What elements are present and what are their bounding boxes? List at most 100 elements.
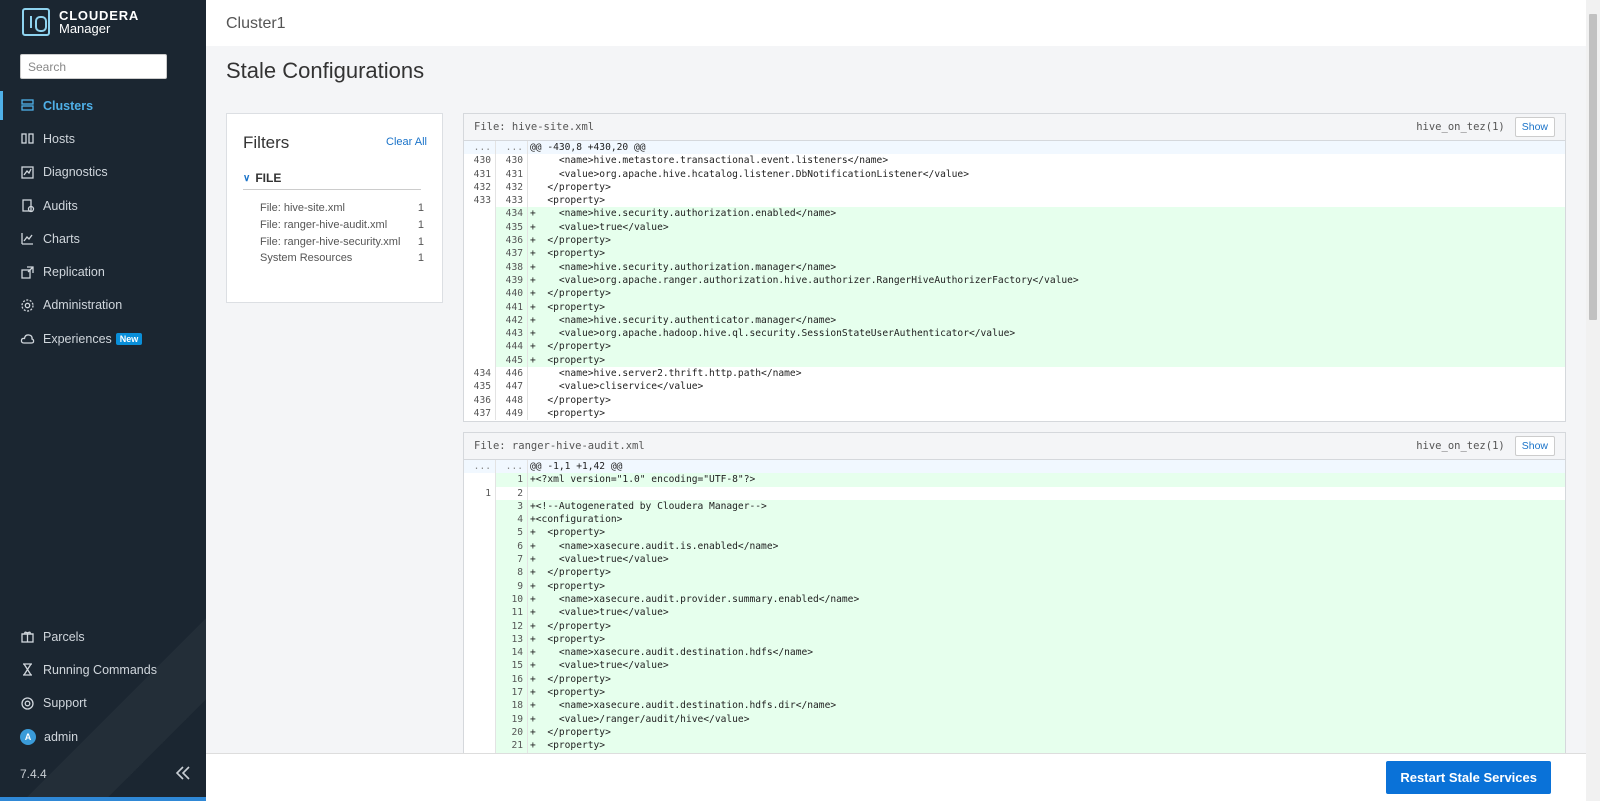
old-line-number <box>464 672 496 687</box>
file-filter-group[interactable]: ∨ FILE <box>243 171 421 190</box>
sidebar-item-administration[interactable]: Administration <box>0 289 206 322</box>
filter-item-count: 1 <box>417 252 424 265</box>
old-line-number <box>464 260 496 274</box>
filter-item[interactable]: File: ranger-hive-audit.xml 1 <box>260 217 424 234</box>
diff-added-line: 10 + <name>xasecure.audit.provider.summar… <box>464 592 1565 607</box>
new-line-number: 14 <box>496 646 528 660</box>
diff-line-text: </property> <box>530 181 611 193</box>
diff-line-text: + <property> <box>528 632 1565 647</box>
old-line-number <box>464 313 496 328</box>
sidebar-item-label: Hosts <box>43 131 75 146</box>
old-line-number: 432 <box>464 180 496 195</box>
old-line-number <box>464 566 496 580</box>
lifebuoy-icon <box>20 696 35 711</box>
diff-added-line: 3 +<!--Autogenerated by Cloudera Manager-… <box>464 499 1565 514</box>
diff-panel-header: File: ranger-hive-audit.xml hive_on_tez(1… <box>464 433 1565 460</box>
new-line-number: 444 <box>496 340 528 354</box>
charts-icon <box>20 231 35 246</box>
new-line-number: 4 <box>496 513 528 527</box>
old-line-number <box>464 473 496 487</box>
diff-added-line: 435 + <value>true</value> <box>464 220 1565 235</box>
old-line-number: 430 <box>464 154 496 168</box>
new-line-number: 11 <box>496 606 528 620</box>
diff-line-text: + <name>xasecure.audit.provider.summary.… <box>528 592 1565 607</box>
diff-added-line: 440 + </property> <box>464 287 1565 301</box>
old-line-number <box>464 539 496 554</box>
audits-icon <box>20 198 35 213</box>
new-line-number: 440 <box>496 287 528 301</box>
sidebar-item-experiences[interactable]: Experiences New <box>0 322 206 355</box>
filter-item[interactable]: File: hive-site.xml 1 <box>260 200 424 217</box>
new-line-number: 448 <box>496 393 528 407</box>
diff-view: ...... @@ -430,8 +430,20 @@ 430 430 <name>h… <box>464 141 1565 421</box>
new-badge: New <box>115 332 143 345</box>
main-nav: Clusters Hosts Diagnostics Audits Charts Repl… <box>0 89 206 355</box>
new-line-number: 2 <box>496 486 528 500</box>
sidebar-item-parcels[interactable]: Parcels <box>0 620 206 653</box>
page-scrollbar[interactable] <box>1586 0 1600 801</box>
filter-item[interactable]: File: ranger-hive-security.xml 1 <box>260 233 424 250</box>
diff-added-line: 441 + <property> <box>464 300 1565 314</box>
old-line-number <box>464 659 496 673</box>
filter-item-label: File: hive-site.xml <box>260 202 345 215</box>
restart-stale-services-button[interactable]: Restart Stale Services <box>1386 761 1551 794</box>
sidebar-item-admin[interactable]: Aadmin <box>0 720 206 753</box>
diff-line-text: + </property> <box>528 672 1565 687</box>
cloudera-logo-icon <box>22 8 50 36</box>
show-button[interactable]: Show <box>1514 436 1555 456</box>
search-input[interactable] <box>20 54 167 79</box>
cluster-name[interactable]: Cluster1 <box>226 15 286 33</box>
diff-line-text: + </property> <box>528 566 1565 580</box>
service-name: hive_on_tez(1) <box>1416 440 1505 452</box>
collapse-sidebar-icon[interactable] <box>174 764 192 782</box>
chevron-down-icon: ∨ <box>243 172 251 184</box>
new-line-number: 19 <box>496 712 528 726</box>
sidebar-item-replication[interactable]: Replication <box>0 255 206 288</box>
hosts-icon <box>20 131 35 146</box>
new-line-number: 434 <box>496 207 528 221</box>
show-button[interactable]: Show <box>1514 117 1555 137</box>
diff-line-text: </property> <box>530 394 611 406</box>
product-name: Manager <box>59 21 111 36</box>
sidebar-item-running-commands[interactable]: Running Commands <box>0 653 206 686</box>
cloudera-logo[interactable]: CLOUDERA Manager <box>22 8 139 36</box>
filter-item-label: File: ranger-hive-security.xml <box>260 235 401 248</box>
sidebar-item-diagnostics[interactable]: Diagnostics <box>0 156 206 189</box>
old-line-number <box>464 632 496 647</box>
new-line-number: 433 <box>496 194 528 208</box>
bottom-action-bar: Restart Stale Services <box>206 753 1586 801</box>
new-line-number: 430 <box>496 154 528 168</box>
old-line-number <box>464 499 496 514</box>
sidebar-item-clusters[interactable]: Clusters <box>0 89 206 122</box>
diff-added-line: 19 + <value>/ranger/audit/hive</value> <box>464 712 1565 726</box>
new-line-number: 435 <box>496 220 528 235</box>
scrollbar-thumb[interactable] <box>1589 14 1597 320</box>
diff-added-line: 4 +<configuration> <box>464 513 1565 527</box>
old-line-number <box>464 327 496 341</box>
diff-context-line: 433 433 <property> <box>464 194 1565 208</box>
filter-list: File: hive-site.xml 1 File: ranger-hive-au… <box>260 200 424 267</box>
diff-line-text: + </property> <box>528 619 1565 633</box>
old-line-number <box>464 579 496 593</box>
diff-line-text: + </property> <box>528 234 1565 248</box>
diff-hunk-header: ...... @@ -1,1 +1,42 @@ <box>464 460 1565 474</box>
new-line-number: 447 <box>496 380 528 394</box>
old-line-number <box>464 207 496 221</box>
filter-item[interactable]: System Resources 1 <box>260 250 424 267</box>
new-line-number: 12 <box>496 619 528 633</box>
file-name: File: hive-site.xml <box>474 121 595 133</box>
sidebar-item-charts[interactable]: Charts <box>0 222 206 255</box>
old-line-number <box>464 273 496 288</box>
sidebar-item-label: Support <box>43 696 87 711</box>
sidebar-item-audits[interactable]: Audits <box>0 189 206 222</box>
diagnostics-icon <box>20 165 35 180</box>
old-line-number: 1 <box>464 486 496 500</box>
sidebar-item-hosts[interactable]: Hosts <box>0 122 206 155</box>
old-line-number: 435 <box>464 380 496 394</box>
clear-all-link[interactable]: Clear All <box>386 136 427 148</box>
new-line-number: 431 <box>496 167 528 181</box>
new-line-number: 8 <box>496 566 528 580</box>
diff-added-line: 437 + <property> <box>464 247 1565 261</box>
sidebar-item-support[interactable]: Support <box>0 687 206 720</box>
diff-panel-hive-site: File: hive-site.xml hive_on_tez(1) Show...… <box>463 113 1566 422</box>
